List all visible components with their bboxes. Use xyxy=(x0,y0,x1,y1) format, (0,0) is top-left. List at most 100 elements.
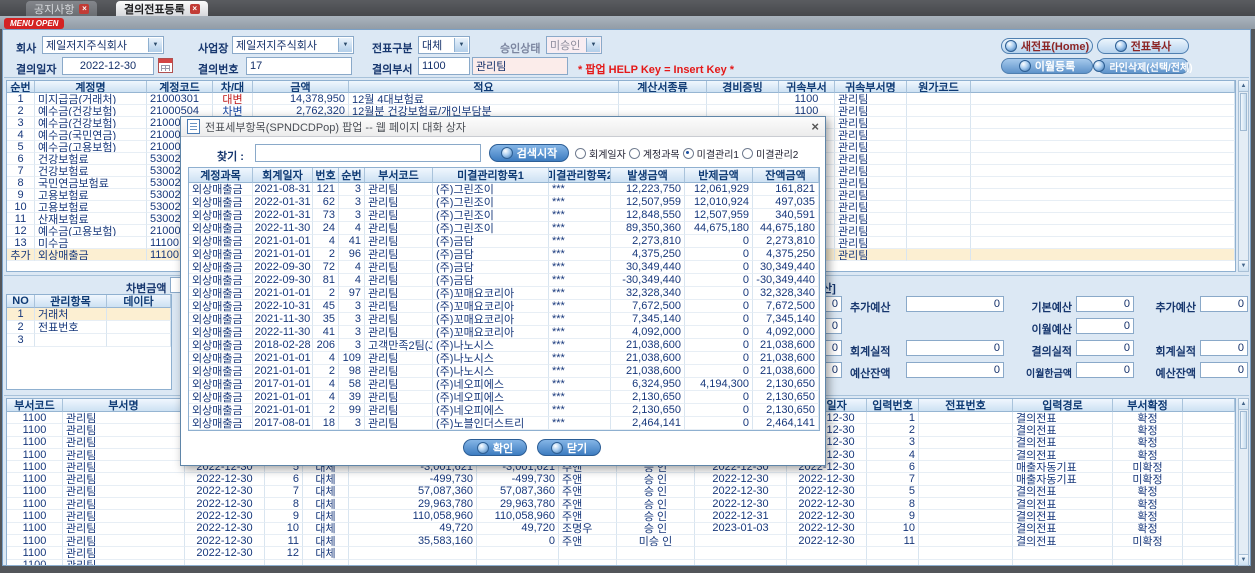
radio-open-item1[interactable] xyxy=(682,147,694,159)
radio-label[interactable]: 계정과목 xyxy=(643,146,680,161)
column-header[interactable]: 계정과목 xyxy=(189,168,253,183)
table-row[interactable]: 외상매출금 2021-01-01 2 98 관리팀 (주)나노시스 *** 21,038,60… xyxy=(189,365,819,378)
radio-label[interactable]: 미결관리2 xyxy=(756,146,798,161)
table-row[interactable]: 외상매출금 2021-08-31 121 3 관리팀 (주)그린조이 *** 12,223,7… xyxy=(189,183,819,196)
column-header[interactable]: 입력경로 xyxy=(1013,399,1113,412)
column-header[interactable]: 입력번호 xyxy=(867,399,919,412)
tab-close-icon[interactable]: × xyxy=(189,3,200,14)
scroll-thumb[interactable] xyxy=(1240,93,1247,131)
column-header[interactable]: 회계일자 xyxy=(253,168,313,183)
chevron-down-icon[interactable]: ▼ xyxy=(338,38,352,52)
table-row[interactable]: 외상매출금 2022-09-30 81 4 관리팀 (주)금담 *** -30,349,440… xyxy=(189,274,819,287)
column-header[interactable]: 전표번호 xyxy=(919,399,1013,412)
column-header[interactable]: 반제금액 xyxy=(685,168,753,183)
calendar-icon[interactable] xyxy=(158,58,173,73)
date-input[interactable]: 2022-12-30 xyxy=(62,57,154,75)
column-header[interactable]: 적요 xyxy=(349,81,619,93)
table-row[interactable]: 1100 관리팀 2022-12-30 7 대체 57,087,360 57,087,360… xyxy=(7,485,1235,499)
close-button[interactable]: 닫기 xyxy=(537,439,601,456)
table-row[interactable]: 외상매출금 2021-01-01 2 99 관리팀 (주)네오피에스 *** 2,130,65… xyxy=(189,404,819,417)
column-header[interactable]: 경비증빙 xyxy=(707,81,779,93)
table-row[interactable]: 1100 관리팀 2022-12-30 11 대체 35,583,160 0 주앤 미승 인 20… xyxy=(7,534,1235,548)
table-row[interactable]: 3 xyxy=(7,334,171,347)
bottom-grid-scrollbar[interactable]: ▲ ▼ xyxy=(1238,398,1249,566)
column-header[interactable]: 미결관리항목2 xyxy=(549,168,611,183)
column-header[interactable] xyxy=(971,81,1235,93)
popup-title-bar[interactable]: 전표세부항목(SPNDCDPop) 팝업 -- 웹 페이지 대화 상자 × xyxy=(181,117,825,137)
column-header[interactable]: 원가코드 xyxy=(907,81,971,93)
table-row[interactable]: 외상매출금 2021-01-01 4 109 관리팀 (주)나노시스 *** 21,038,6… xyxy=(189,352,819,365)
search-button[interactable]: 검색시작 xyxy=(489,144,569,162)
number-input[interactable]: 17 xyxy=(246,57,352,75)
table-row[interactable]: 외상매출금 2022-11-30 24 4 관리팀 (주)그린조이 *** 89,350,36… xyxy=(189,222,819,235)
ok-button[interactable]: 확인 xyxy=(463,439,527,456)
radio-acct-date[interactable] xyxy=(575,147,586,159)
table-row[interactable]: 외상매출금 2022-09-30 72 4 관리팀 (주)금담 *** 30,349,440 0… xyxy=(189,261,819,274)
chevron-down-icon[interactable]: ▼ xyxy=(148,38,162,52)
column-header[interactable]: 계산서종류 xyxy=(619,81,707,93)
table-row[interactable]: 외상매출금 2021-01-01 4 39 관리팀 (주)네오피에스 *** 2,130,65… xyxy=(189,391,819,404)
voucher-type-select[interactable]: 대체 ▼ xyxy=(418,36,470,54)
table-row[interactable]: 외상매출금 2021-01-01 4 41 관리팀 (주)금담 *** 2,273,810 0 2… xyxy=(189,235,819,248)
table-row[interactable]: 외상매출금 2018-02-28 206 3 고객만족2팀(JJ (주)나노시스 *** 21… xyxy=(189,339,819,352)
column-header[interactable]: 계정코드 xyxy=(147,81,213,93)
column-header[interactable]: NO xyxy=(7,295,35,308)
table-row[interactable]: 외상매출금 2021-01-01 2 96 관리팀 (주)금담 *** 4,375,250 0 4… xyxy=(189,248,819,261)
column-header[interactable]: 순번 xyxy=(7,81,35,93)
table-row[interactable]: 외상매출금 2022-10-31 45 3 관리팀 (주)꼬매요코리아 *** 7,672,5… xyxy=(189,300,819,313)
radio-label[interactable]: 회계일자 xyxy=(589,146,626,161)
menu-open-button[interactable]: MENU OPEN xyxy=(4,18,65,29)
table-row[interactable]: 외상매출금 2022-11-30 41 3 관리팀 (주)꼬매요코리아 *** 4,092,0… xyxy=(189,326,819,339)
table-row[interactable]: 외상매출금 2022-01-31 62 3 관리팀 (주)그린조이 *** 12,507,95… xyxy=(189,196,819,209)
column-header[interactable] xyxy=(1183,399,1235,412)
table-row[interactable]: 2 전표번호 xyxy=(7,321,171,334)
table-row[interactable]: 외상매출금 2022-01-31 73 3 관리팀 (주)그린조이 *** 12,848,55… xyxy=(189,209,819,222)
scroll-up-icon[interactable]: ▲ xyxy=(1239,81,1248,92)
column-header[interactable]: 금액 xyxy=(253,81,349,93)
column-header[interactable]: 부서코드 xyxy=(7,399,63,412)
scroll-up-icon[interactable]: ▲ xyxy=(1239,399,1248,410)
column-header[interactable]: 부서코드 xyxy=(365,168,433,183)
approval-select[interactable]: 미승인 ▼ xyxy=(546,36,602,54)
table-row[interactable]: 1100 관리팀 2022-12-30 8 대체 29,963,780 29,963,780… xyxy=(7,498,1235,511)
column-header[interactable]: 귀속부서명 xyxy=(835,81,907,93)
column-header[interactable]: 순번 xyxy=(339,168,365,183)
carryover-button[interactable]: 이월등록 xyxy=(1001,58,1093,74)
column-header[interactable]: 미결관리항목1 xyxy=(433,168,549,183)
site-select[interactable]: 제일저지주식회사 ▼ xyxy=(232,36,354,54)
table-row[interactable]: 1100 관리팀 2022-12-30 10 대체 49,720 49,720 조명우 승 인2… xyxy=(7,522,1235,535)
column-header[interactable]: 귀속부서 xyxy=(779,81,835,93)
scroll-down-icon[interactable]: ▼ xyxy=(1239,260,1248,271)
new-voucher-button[interactable]: 새전표(Home) xyxy=(1001,38,1093,54)
company-select[interactable]: 제일저지주식회사 ▼ xyxy=(42,36,164,54)
scroll-down-icon[interactable]: ▼ xyxy=(1239,554,1248,565)
column-header[interactable]: 잔액금액 xyxy=(753,168,819,183)
table-row[interactable]: 외상매출금 2017-08-01 18 3 관리팀 (주)노블인더스트리 *** 2,464,… xyxy=(189,417,819,430)
column-header[interactable]: 관리항목 xyxy=(35,295,107,308)
table-row[interactable]: 1100 관리팀 2022-12-30 6 대체 -499,730 -499,730 주앤 승 … xyxy=(7,473,1235,486)
column-header[interactable]: 발생금액 xyxy=(611,168,685,183)
chevron-down-icon[interactable]: ▼ xyxy=(586,38,600,52)
radio-open-item2[interactable] xyxy=(742,147,753,159)
column-header[interactable]: 계정명 xyxy=(35,81,147,93)
column-header[interactable]: 번호 xyxy=(313,168,339,183)
search-input[interactable] xyxy=(255,144,481,162)
table-row[interactable]: 외상매출금 2017-01-01 4 58 관리팀 (주)네오피에스 *** 6,324,95… xyxy=(189,378,819,391)
tab-close-icon[interactable]: × xyxy=(79,3,90,14)
tab-notice[interactable]: 공지사항 × xyxy=(26,1,98,16)
radio-label[interactable]: 미결관리1 xyxy=(697,146,739,161)
dept-code-input[interactable]: 1100 xyxy=(418,57,470,75)
copy-voucher-button[interactable]: 전표복사 xyxy=(1097,38,1189,54)
table-row[interactable]: 1 거래처 xyxy=(7,308,171,321)
close-icon[interactable]: × xyxy=(811,120,819,133)
line-delete-button[interactable]: 라인삭제(선택/전체) xyxy=(1093,58,1193,74)
scroll-thumb[interactable] xyxy=(1240,411,1247,449)
table-row[interactable]: 1100 관리팀 2022-12-30 12 대체 xyxy=(7,547,1235,560)
main-grid-scrollbar[interactable]: ▲ ▼ xyxy=(1238,80,1249,272)
table-row[interactable]: 외상매출금 2021-01-01 2 97 관리팀 (주)꼬매요코리아 *** 32,328,… xyxy=(189,287,819,300)
table-row[interactable]: 1 미지급금(거래처) 21000301 대변 14,378,950 12월 4대보험료 1… xyxy=(7,93,1235,105)
column-header[interactable]: 데이타 xyxy=(107,295,171,308)
chevron-down-icon[interactable]: ▼ xyxy=(454,38,468,52)
table-row[interactable]: 외상매출금 2021-11-30 35 3 관리팀 (주)꼬매요코리아 *** 7,345,1… xyxy=(189,313,819,326)
radio-account[interactable] xyxy=(628,147,640,159)
